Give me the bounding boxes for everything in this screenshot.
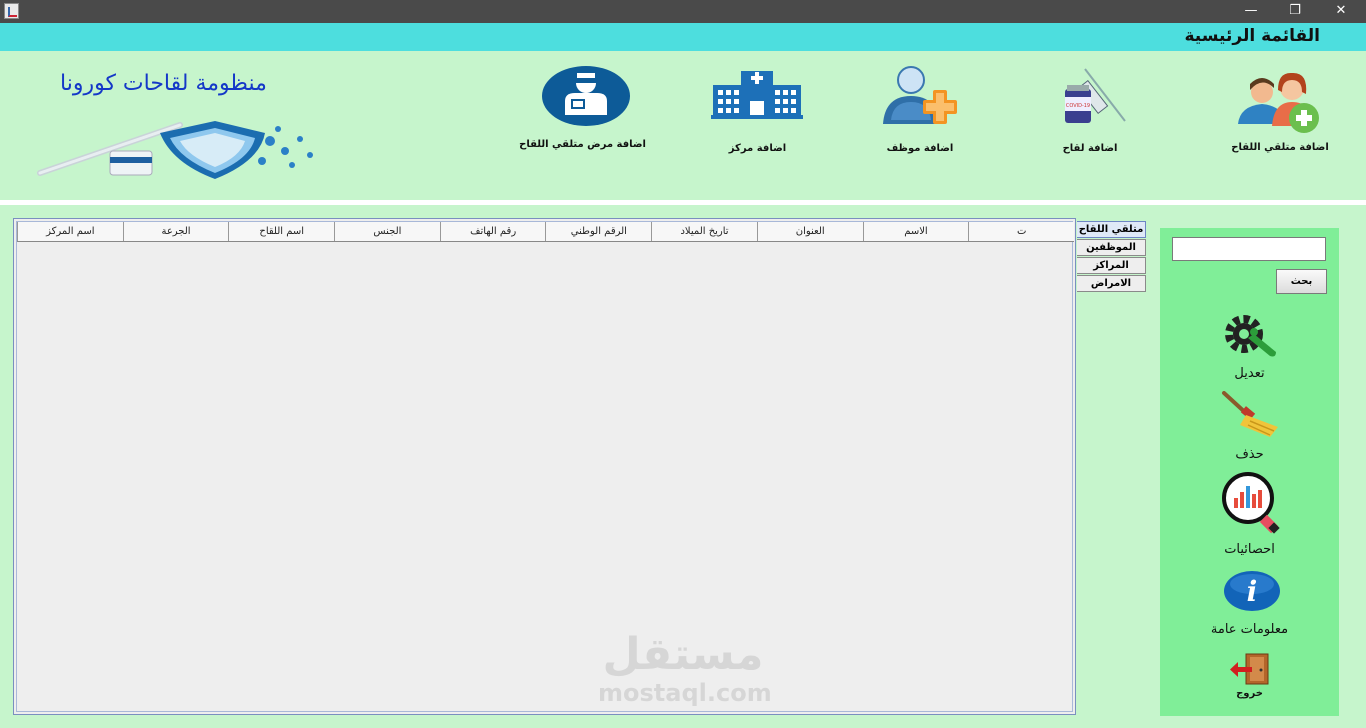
svg-text:i: i bbox=[1247, 575, 1258, 608]
add-center-button[interactable]: اضافة مركز bbox=[705, 71, 810, 156]
exit-button[interactable]: خروج bbox=[1160, 652, 1339, 704]
tab-recipients[interactable]: متلقي اللقاح bbox=[1077, 221, 1146, 238]
tab-employees[interactable]: الموظفين bbox=[1077, 239, 1146, 256]
add-recipient-button[interactable]: اضافة متلقي اللقاح bbox=[1230, 68, 1330, 158]
column-header-serial[interactable]: ت bbox=[968, 222, 1074, 241]
exit-label: خروج bbox=[1236, 688, 1263, 699]
broom-icon bbox=[1222, 391, 1278, 437]
restore-button[interactable]: ❐ bbox=[1272, 0, 1318, 23]
add-employee-button[interactable]: اضافة موظف bbox=[870, 64, 970, 156]
page-title: القائمة الرئيسية bbox=[1184, 26, 1321, 46]
column-header-center-name[interactable]: اسم المركز bbox=[16, 222, 123, 241]
vaccine-syringe-icon: COVID-19 bbox=[1065, 68, 1126, 123]
exit-door-icon bbox=[1230, 653, 1269, 685]
section-divider bbox=[0, 200, 1366, 205]
search-button[interactable]: بحث bbox=[1276, 269, 1327, 294]
tab-centers[interactable]: المراكز bbox=[1077, 257, 1146, 274]
people-add-icon bbox=[1238, 72, 1319, 133]
add-employee-label: اضافة موظف bbox=[886, 143, 954, 154]
delete-button[interactable]: حذف bbox=[1160, 391, 1339, 465]
statistics-label: احصائيات bbox=[1224, 542, 1275, 557]
column-header-national-id[interactable]: الرقم الوطني bbox=[545, 222, 651, 241]
delete-label: حذف bbox=[1235, 447, 1264, 462]
gear-wrench-icon bbox=[1225, 315, 1276, 357]
edit-label: تعديل bbox=[1234, 366, 1265, 381]
svg-text:COVID-19: COVID-19 bbox=[1066, 103, 1090, 109]
patient-icon bbox=[542, 66, 630, 126]
column-header-name[interactable]: الاسم bbox=[862, 222, 969, 241]
recipients-table[interactable]: ت الاسم العنوان تاريخ الميلاد الرقم الوط… bbox=[13, 218, 1076, 715]
add-recipient-label: اضافة متلقي اللقاح bbox=[1231, 142, 1329, 153]
statistics-button[interactable]: احصائيات bbox=[1160, 472, 1339, 560]
mostaql-watermark: مستقل mostaql.com bbox=[598, 629, 772, 712]
info-icon: i bbox=[1224, 571, 1280, 611]
system-title: منظومة لقاحات كورونا bbox=[60, 71, 267, 96]
top-toolbar: منظومة لقاحات كورونا اضافة متلقي اللقاح bbox=[0, 51, 1366, 200]
column-header-phone[interactable]: رقم الهاتف bbox=[439, 222, 546, 241]
watermark-domain: mostaql.com bbox=[598, 679, 772, 707]
add-recipient-disease-label: اضافة مرض متلقي اللقاح bbox=[519, 139, 646, 150]
corona-vaccine-banner-icon bbox=[37, 121, 313, 179]
watermark-brand: مستقل bbox=[602, 629, 764, 680]
hospital-icon bbox=[711, 71, 803, 119]
general-info-label: معلومات عامة bbox=[1210, 622, 1289, 637]
edit-button[interactable]: تعديل bbox=[1160, 312, 1339, 384]
table-viewport: ت الاسم العنوان تاريخ الميلاد الرقم الوط… bbox=[16, 221, 1074, 712]
add-vaccine-label: اضافة لقاح bbox=[1062, 143, 1118, 154]
close-button[interactable]: ✕ bbox=[1318, 0, 1364, 23]
table-header-row: ت الاسم العنوان تاريخ الميلاد الرقم الوط… bbox=[16, 222, 1074, 242]
column-header-vaccine-name[interactable]: اسم اللقاح bbox=[228, 222, 334, 241]
add-center-label: اضافة مركز bbox=[728, 143, 787, 154]
magnifier-chart-icon bbox=[1222, 472, 1280, 534]
window-title-bar: — ❐ ✕ bbox=[0, 0, 1366, 23]
tab-diseases[interactable]: الامراض bbox=[1077, 275, 1146, 292]
column-header-birthdate[interactable]: تاريخ الميلاد bbox=[651, 222, 757, 241]
actions-side-panel: بحث تعديل حذف احصائيات i معلومات عامة خر… bbox=[1160, 228, 1339, 716]
column-header-address[interactable]: العنوان bbox=[756, 222, 863, 241]
employee-add-icon bbox=[883, 66, 957, 124]
minimize-button[interactable]: — bbox=[1228, 0, 1274, 23]
main-menu-header: القائمة الرئيسية bbox=[0, 23, 1366, 51]
search-input[interactable] bbox=[1172, 237, 1326, 261]
java-app-icon bbox=[4, 3, 19, 19]
add-vaccine-button[interactable]: COVID-19 اضافة لقاح bbox=[1045, 65, 1135, 157]
add-recipient-disease-button[interactable]: اضافة مرض متلقي اللقاح bbox=[519, 65, 646, 153]
column-header-dose[interactable]: الجرعة bbox=[122, 222, 229, 241]
column-header-gender[interactable]: الجنس bbox=[334, 222, 440, 241]
general-info-button[interactable]: i معلومات عامة bbox=[1160, 568, 1339, 640]
category-tabs: متلقي اللقاح الموظفين المراكز الامراض bbox=[1077, 221, 1146, 293]
